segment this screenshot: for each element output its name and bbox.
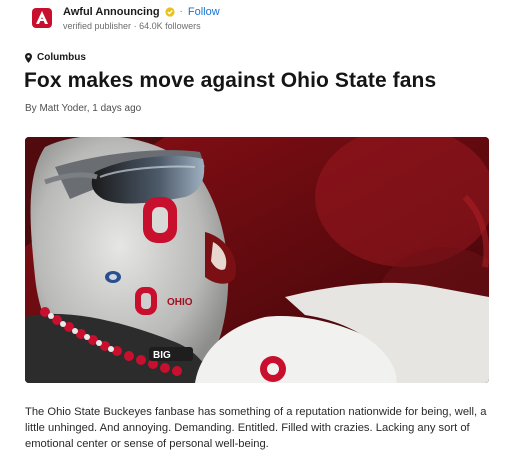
location-label: Columbus (37, 52, 86, 63)
verified-badge-icon (164, 7, 175, 17)
publisher-status: verified publisher (63, 21, 132, 31)
publisher-info: Awful Announcing · Follow verified publi… (63, 5, 220, 32)
separator-dot: · (179, 6, 183, 17)
location-pin-icon (25, 52, 32, 63)
publisher-meta: verified publisher · 64.0K followers (63, 20, 220, 32)
publisher-header: Awful Announcing · Follow verified publi… (31, 5, 220, 32)
publisher-line: Awful Announcing · Follow (63, 5, 220, 19)
meta-separator: · (133, 21, 137, 31)
hero-image[interactable]: OHIO BIG (25, 137, 489, 383)
article-byline: By Matt Yoder, 1 days ago (25, 103, 142, 114)
article-body: The Ohio State Buckeyes fanbase has some… (25, 406, 487, 450)
svg-text:BIG: BIG (153, 350, 171, 361)
awful-announcing-logo[interactable] (31, 7, 53, 29)
follow-button[interactable]: Follow (188, 5, 220, 19)
location-tag[interactable]: Columbus (25, 52, 86, 63)
follower-count: 64.0K followers (139, 21, 201, 31)
article-title[interactable]: Fox makes move against Ohio State fans (24, 66, 436, 96)
publisher-name[interactable]: Awful Announcing (63, 5, 160, 19)
svg-text:OHIO: OHIO (167, 297, 193, 308)
hero-illustration: OHIO BIG (25, 137, 489, 383)
